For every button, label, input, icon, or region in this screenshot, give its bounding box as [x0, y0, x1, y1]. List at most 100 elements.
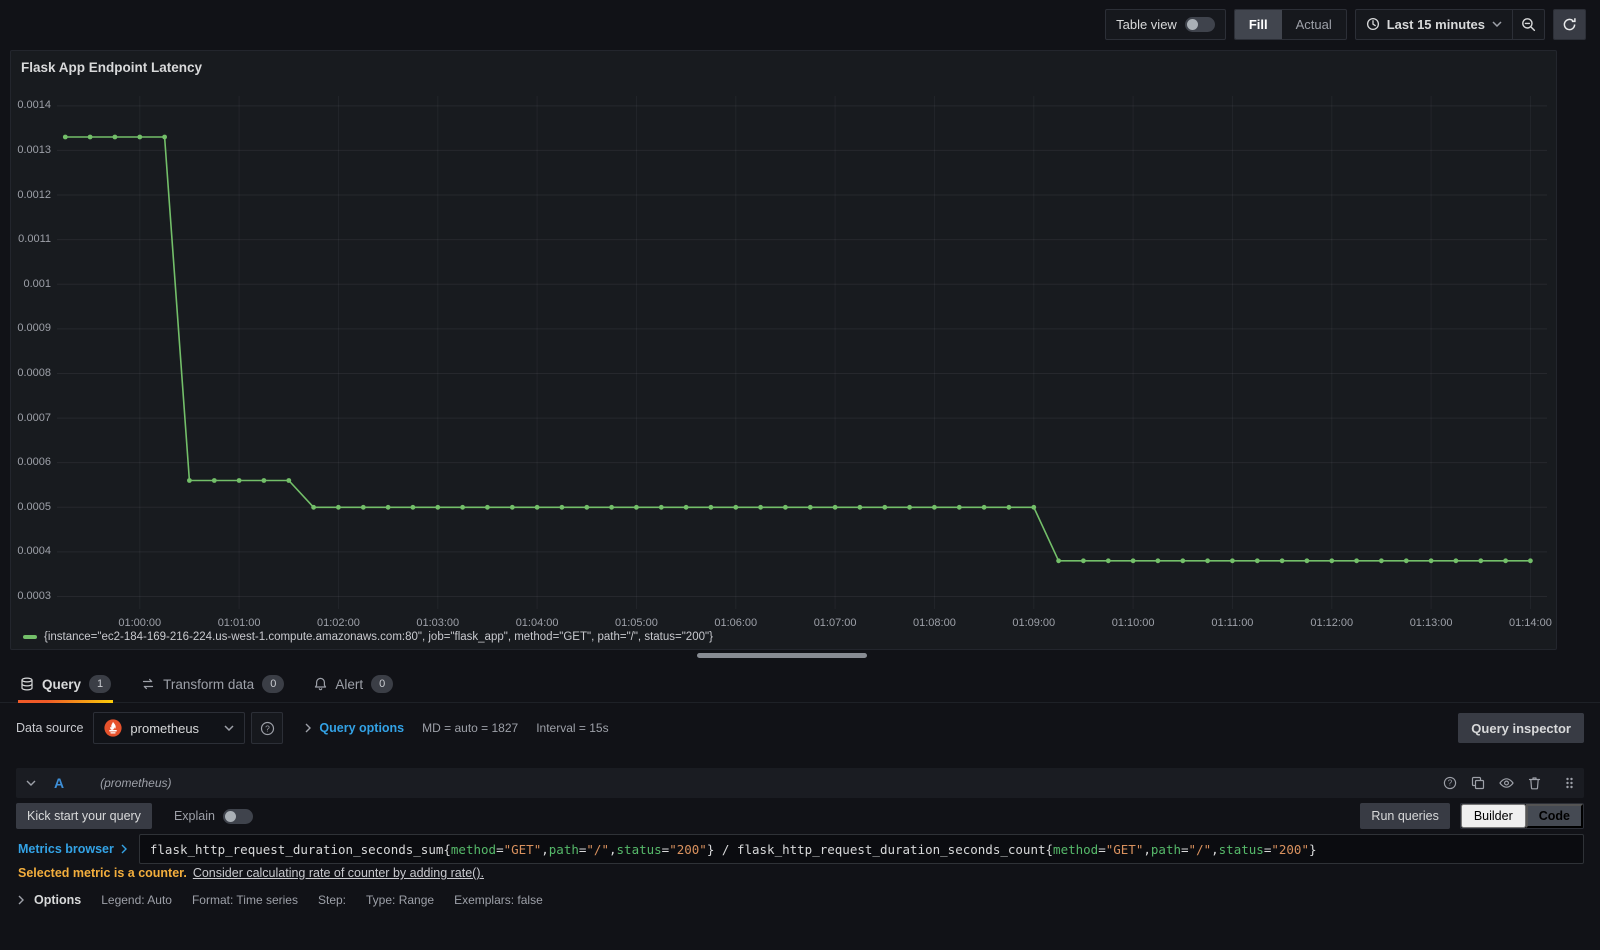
time-range-label: Last 15 minutes [1386, 16, 1485, 32]
options-row: Options Legend: Auto Format: Time series… [18, 886, 1584, 914]
kick-start-query-button[interactable]: Kick start your query [16, 803, 152, 829]
builder-code-switch: Builder Code [1459, 803, 1584, 829]
help-circle-icon[interactable]: ? [1443, 776, 1457, 790]
x-tick-label: 01:13:00 [1409, 617, 1453, 629]
prometheus-icon [104, 719, 123, 737]
clock-icon [1366, 17, 1380, 31]
fill-actual-switch: Fill Actual [1233, 8, 1347, 40]
toggle-knob [1186, 18, 1198, 30]
query-row-header[interactable]: A (prometheus) ? [16, 768, 1584, 798]
builder-button[interactable]: Builder [1460, 804, 1526, 828]
y-tick-label: 0.0013 [17, 143, 51, 156]
drag-handle-icon[interactable] [1565, 776, 1574, 790]
query-editor-row: Metrics browser flask_http_request_durat… [16, 834, 1584, 864]
datasource-label: Data source [16, 721, 84, 735]
y-tick-label: 0.0011 [18, 233, 51, 246]
eye-icon[interactable] [1499, 777, 1514, 789]
x-tick-label: 01:14:00 [1509, 617, 1552, 629]
y-tick-label: 0.001 [23, 277, 51, 290]
y-tick-label: 0.0008 [17, 366, 51, 379]
chevron-down-icon[interactable] [26, 780, 36, 786]
x-tick-label: 01:09:00 [1012, 617, 1056, 629]
angle-right-icon [305, 723, 312, 733]
legend-item[interactable]: {instance="ec2-184-169-216-224.us-west-1… [23, 631, 713, 643]
x-tick-label: 01:07:00 [813, 617, 857, 629]
query-toolbar: Kick start your query Explain Run querie… [16, 802, 1584, 830]
chevron-down-icon [224, 725, 234, 731]
option-format: Format: Time series [191, 893, 298, 907]
help-circle-icon: ? [260, 721, 275, 736]
toggle-knob [224, 810, 236, 822]
time-picker-group: Last 15 minutes [1354, 8, 1545, 40]
tab-transform-data[interactable]: Transform data 0 [139, 666, 286, 702]
tab-transform-count: 0 [262, 675, 285, 693]
duplicate-icon[interactable] [1471, 776, 1485, 790]
latency-panel: Flask App Endpoint Latency 0.0014 0.0013 0… [10, 50, 1557, 650]
trash-icon[interactable] [1528, 776, 1541, 790]
run-queries-button[interactable]: Run queries [1360, 803, 1450, 829]
x-tick-label: 01:04:00 [515, 617, 559, 629]
datasource-select[interactable]: prometheus [93, 712, 246, 744]
metrics-browser-label: Metrics browser [18, 842, 114, 856]
y-tick-label: 0.0005 [17, 500, 51, 513]
series-label: {instance="ec2-184-169-216-224.us-west-1… [44, 631, 713, 643]
counter-warning: Selected metric is a counter. Consider c… [18, 866, 484, 884]
datasource-row: Data source prometheus ? Query options M… [16, 712, 1584, 744]
bell-icon [314, 677, 327, 691]
pane-resize-handle[interactable] [697, 653, 867, 658]
x-tick-label: 01:11:00 [1211, 617, 1254, 629]
fill-button[interactable]: Fill [1234, 9, 1282, 39]
tab-alert[interactable]: Alert 0 [312, 666, 395, 702]
zoom-out-button[interactable] [1512, 9, 1544, 39]
explain-label: Explain [173, 809, 215, 823]
table-view-label: Table view [1116, 16, 1177, 32]
option-exemplars: Exemplars: false [454, 893, 543, 907]
option-legend: Legend: Auto [101, 893, 172, 907]
x-tick-label: 01:01:00 [217, 617, 261, 629]
tab-transform-label: Transform data [163, 676, 255, 692]
y-tick-label: 0.0012 [17, 188, 51, 201]
metrics-browser-button[interactable]: Metrics browser [16, 834, 139, 864]
refresh-icon [1562, 17, 1577, 32]
x-tick-label: 01:05:00 [615, 617, 658, 629]
query-options-toggle[interactable]: Query options [305, 721, 404, 735]
time-range-button[interactable]: Last 15 minutes [1356, 10, 1512, 39]
query-inspector-button[interactable]: Query inspector [1458, 713, 1584, 743]
y-tick-label: 0.0009 [17, 322, 51, 335]
query-datasource-hint: (prometheus) [100, 776, 172, 790]
y-tick-label: 0.0007 [17, 411, 51, 424]
tab-alert-label: Alert [335, 676, 364, 692]
tab-query-label: Query [42, 676, 82, 692]
magnifier-minus-icon [1521, 17, 1536, 32]
warning-text: Selected metric is a counter. [18, 866, 187, 880]
datasource-help-button[interactable]: ? [251, 712, 284, 744]
y-tick-label: 0.0014 [17, 99, 51, 112]
chart-plot-area[interactable] [57, 96, 1547, 609]
y-tick-label: 0.0006 [17, 456, 51, 469]
x-tick-label: 01:03:00 [416, 617, 460, 629]
max-data-points-text: MD = auto = 1827 [422, 721, 519, 735]
panel-title: Flask App Endpoint Latency [21, 60, 203, 75]
chevron-down-icon [1492, 21, 1502, 27]
actual-button[interactable]: Actual [1282, 10, 1346, 39]
code-button[interactable]: Code [1525, 804, 1583, 828]
options-label[interactable]: Options [34, 893, 81, 907]
x-tick-label: 01:10:00 [1111, 617, 1155, 629]
database-icon [20, 677, 34, 691]
promql-input[interactable]: flask_http_request_duration_seconds_sum{… [138, 834, 1584, 864]
y-tick-label: 0.0003 [17, 590, 51, 602]
query-row-actions: ? [1443, 776, 1574, 790]
interval-text: Interval = 15s [536, 721, 609, 735]
editor-tabs: Query 1 Transform data 0 Alert 0 [0, 666, 1600, 703]
explain-control: Explain [173, 808, 253, 824]
y-tick-label: 0.0004 [17, 545, 51, 558]
svg-text:?: ? [265, 723, 270, 733]
angle-right-icon[interactable] [18, 895, 24, 905]
table-view-toggle[interactable] [1184, 16, 1215, 32]
explain-toggle[interactable] [222, 808, 253, 824]
refresh-button[interactable] [1553, 8, 1586, 40]
tab-query[interactable]: Query 1 [18, 666, 114, 703]
warning-rate-link[interactable]: Consider calculating rate of counter by … [193, 866, 484, 880]
x-tick-label: 01:06:00 [714, 617, 758, 629]
tab-alert-count: 0 [371, 675, 394, 693]
